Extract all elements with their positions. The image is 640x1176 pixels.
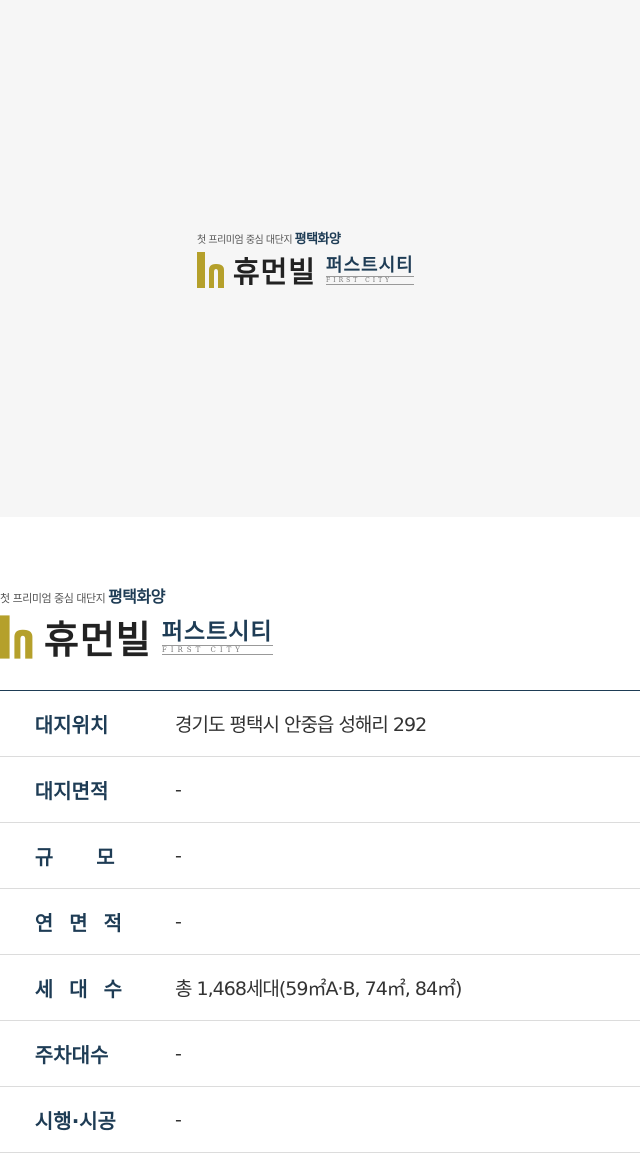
info-value: - — [175, 778, 182, 801]
info-value: 경기도 평택시 안중읍 성해리 292 — [175, 714, 427, 736]
info-value: 총 1,468세대(59㎡A·B, 74㎡, 84㎡) — [175, 978, 462, 1000]
info-value: - — [175, 1108, 182, 1131]
info-row-site-location: 대지위치 경기도 평택시 안중읍 성해리 292 — [0, 691, 640, 757]
info-label: 연면적 — [35, 911, 139, 935]
logo-region: 평택화양 — [294, 232, 341, 247]
logo-sub-ko: 퍼스트시티 — [161, 618, 273, 645]
hero-banner: 첫 프리미엄 중심 대단지 평택화양 휴먼빌 퍼스트시티 FIRST CITY — [0, 0, 640, 517]
info-label: 세대수 — [35, 977, 139, 1001]
info-row-parking: 주차대수 - — [0, 1021, 640, 1087]
info-row-developer-builder: 시행·시공 - — [0, 1087, 640, 1153]
logo-sub-en: FIRST CITY — [161, 644, 273, 655]
logo-tagline: 첫 프리미엄 중심 대단지 평택화양 — [0, 587, 166, 606]
logo-brand: 휴먼빌 — [44, 618, 152, 662]
info-value: - — [175, 1042, 182, 1065]
logo-sub-ko: 퍼스트시티 — [326, 254, 414, 276]
info-label: 규모 — [35, 845, 158, 869]
info-label: 대지위치 — [35, 713, 109, 737]
info-value: - — [175, 910, 182, 933]
info-row-scale: 규모 - — [0, 823, 640, 889]
info-value: - — [175, 844, 182, 867]
logo-h-icon — [0, 614, 33, 659]
brand-logo: 첫 프리미엄 중심 대단지 평택화양 휴먼빌 퍼스트시티 FIRST CITY — [197, 228, 414, 291]
logo-sub-en: FIRST CITY — [326, 275, 414, 285]
logo-tagline: 첫 프리미엄 중심 대단지 평택화양 — [197, 232, 341, 247]
logo-brand: 휴먼빌 — [233, 255, 317, 289]
info-row-site-area: 대지면적 - — [0, 757, 640, 823]
brand-logo-large: 첫 프리미엄 중심 대단지 평택화양 휴먼빌 퍼스트시티 FIRST CITY — [0, 583, 273, 664]
logo-region: 평택화양 — [108, 587, 166, 606]
info-label: 주차대수 — [35, 1043, 109, 1067]
info-row-floor-area: 연면적 - — [0, 889, 640, 955]
project-info-table: 대지위치 경기도 평택시 안중읍 성해리 292 대지면적 - 규모 - 연면적… — [0, 690, 640, 1153]
info-label: 대지면적 — [35, 779, 109, 803]
info-row-households: 세대수 총 1,468세대(59㎡A·B, 74㎡, 84㎡) — [0, 955, 640, 1021]
info-label: 시행·시공 — [35, 1109, 117, 1133]
logo-h-icon — [197, 252, 224, 288]
